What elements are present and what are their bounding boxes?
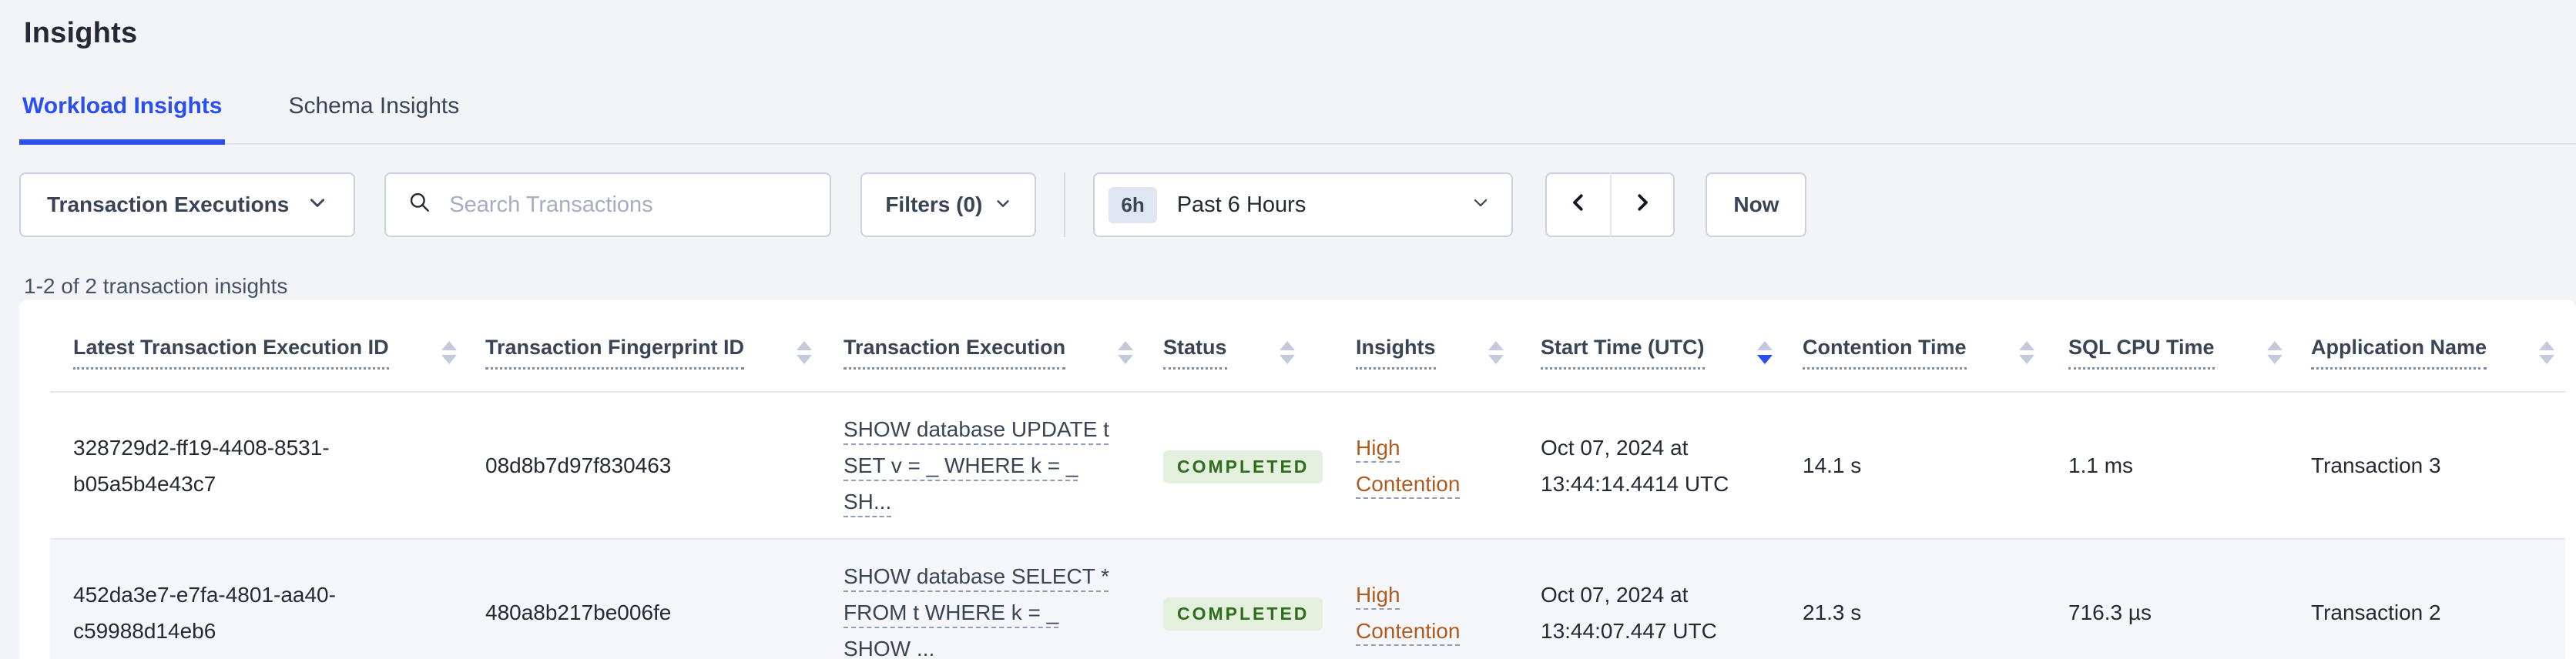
now-button[interactable]: Now xyxy=(1706,172,1807,237)
chevron-right-icon xyxy=(1631,191,1654,219)
sort-icon[interactable] xyxy=(441,341,457,364)
sort-icon[interactable] xyxy=(2266,341,2283,364)
cell-insights: High Contention xyxy=(1333,392,1518,539)
time-range-label: Past 6 Hours xyxy=(1176,192,1306,217)
transaction-insights-table: Latest Transaction Execution ID Transact… xyxy=(50,316,2565,659)
cell-sql-cpu-time: 1.1 ms xyxy=(2068,453,2134,477)
cell-status: COMPLETED xyxy=(1140,539,1333,659)
table-header-row: Latest Transaction Execution ID Transact… xyxy=(50,316,2565,392)
toolbar: Transaction Executions Filters (0) 6h Pa… xyxy=(19,172,2576,237)
transaction-execution-link[interactable]: SHOW database UPDATE t SET v = _ WHERE k… xyxy=(844,411,1113,520)
insights-table-panel: Latest Transaction Execution ID Transact… xyxy=(19,300,2576,659)
cell-sql-cpu-time: 716.3 µs xyxy=(2068,600,2152,624)
cell-execution-id: 328729d2-ff19-4408-8531-b05a5b4e43c7 xyxy=(73,435,330,496)
col-header-status[interactable]: Status xyxy=(1140,316,1333,392)
col-header-contention-time[interactable]: Contention Time xyxy=(1779,316,2045,392)
time-prev-button[interactable] xyxy=(1545,172,1611,237)
sort-icon[interactable] xyxy=(797,341,813,364)
sort-icon[interactable] xyxy=(2018,341,2034,364)
sort-icon[interactable] xyxy=(1488,341,1504,364)
insights-page: Insights Workload Insights Schema Insigh… xyxy=(0,0,2576,659)
chevron-down-icon xyxy=(1471,192,1490,217)
page-title: Insights xyxy=(24,17,138,49)
sort-icon-active-desc[interactable] xyxy=(1756,341,1773,364)
tab-bar: Workload Insights Schema Insights xyxy=(19,95,2576,145)
toolbar-divider xyxy=(1064,172,1066,237)
cell-start-time: Oct 07, 2024 at 13:44:14.4414 UTC xyxy=(1541,435,1729,496)
col-header-fingerprint-id[interactable]: Transaction Fingerprint ID xyxy=(462,316,820,392)
search-box xyxy=(384,172,832,237)
time-range-picker[interactable]: 6h Past 6 Hours xyxy=(1093,172,1514,237)
chevron-left-icon xyxy=(1567,191,1590,219)
chevron-down-icon xyxy=(307,192,327,218)
tab-schema-insights[interactable]: Schema Insights xyxy=(285,95,462,143)
time-next-button[interactable] xyxy=(1610,172,1675,237)
table-row: 328729d2-ff19-4408-8531-b05a5b4e43c7 08d… xyxy=(50,392,2565,539)
table-row: 452da3e7-e7fa-4801-aa40-c59988d14eb6 480… xyxy=(50,539,2565,659)
results-summary: 1-2 of 2 transaction insights xyxy=(24,274,288,298)
transaction-execution-link[interactable]: SHOW database SELECT * FROM t WHERE k = … xyxy=(844,558,1113,659)
col-header-start-time[interactable]: Start Time (UTC) xyxy=(1518,316,1779,392)
cell-execution-id: 452da3e7-e7fa-4801-aa40-c59988d14eb6 xyxy=(73,582,336,643)
status-badge: COMPLETED xyxy=(1163,597,1323,631)
filters-button[interactable]: Filters (0) xyxy=(860,172,1037,237)
cell-application-name: Transaction 3 xyxy=(2311,453,2441,477)
search-input[interactable] xyxy=(448,191,809,219)
execution-type-dropdown[interactable]: Transaction Executions xyxy=(19,172,356,237)
sort-icon[interactable] xyxy=(2539,341,2555,364)
tab-workload-insights[interactable]: Workload Insights xyxy=(19,95,226,145)
time-nav-group xyxy=(1545,172,1675,237)
filters-label: Filters (0) xyxy=(885,192,983,216)
time-range-badge: 6h xyxy=(1109,186,1157,223)
cell-start-time: Oct 07, 2024 at 13:44:07.447 UTC xyxy=(1541,582,1717,643)
cell-fingerprint-id: 08d8b7d97f830463 xyxy=(485,453,672,477)
insight-link[interactable]: High Contention xyxy=(1356,430,1502,502)
status-badge: COMPLETED xyxy=(1163,450,1323,483)
insight-link[interactable]: High Contention xyxy=(1356,577,1502,649)
chevron-down-icon xyxy=(995,192,1011,217)
cell-contention-time: 21.3 s xyxy=(1803,600,1862,624)
cell-status: COMPLETED xyxy=(1140,392,1333,539)
cell-insights: High Contention xyxy=(1333,539,1518,659)
col-header-insights[interactable]: Insights xyxy=(1333,316,1518,392)
col-header-latest-execution-id[interactable]: Latest Transaction Execution ID xyxy=(50,316,462,392)
now-label: Now xyxy=(1733,192,1779,216)
cell-contention-time: 14.1 s xyxy=(1803,453,1862,477)
cell-fingerprint-id: 480a8b217be006fe xyxy=(485,600,672,624)
col-header-sql-cpu-time[interactable]: SQL CPU Time xyxy=(2045,316,2288,392)
cell-application-name: Transaction 2 xyxy=(2311,600,2441,624)
cell-transaction-execution: SHOW database SELECT * FROM t WHERE k = … xyxy=(820,539,1140,659)
col-header-application-name[interactable]: Application Name xyxy=(2288,316,2565,392)
col-header-transaction-execution[interactable]: Transaction Execution xyxy=(820,316,1140,392)
cell-transaction-execution: SHOW database UPDATE t SET v = _ WHERE k… xyxy=(820,392,1140,539)
execution-type-label: Transaction Executions xyxy=(47,192,290,216)
sort-icon[interactable] xyxy=(1118,341,1134,364)
sort-icon[interactable] xyxy=(1279,341,1295,364)
search-icon xyxy=(408,190,432,220)
